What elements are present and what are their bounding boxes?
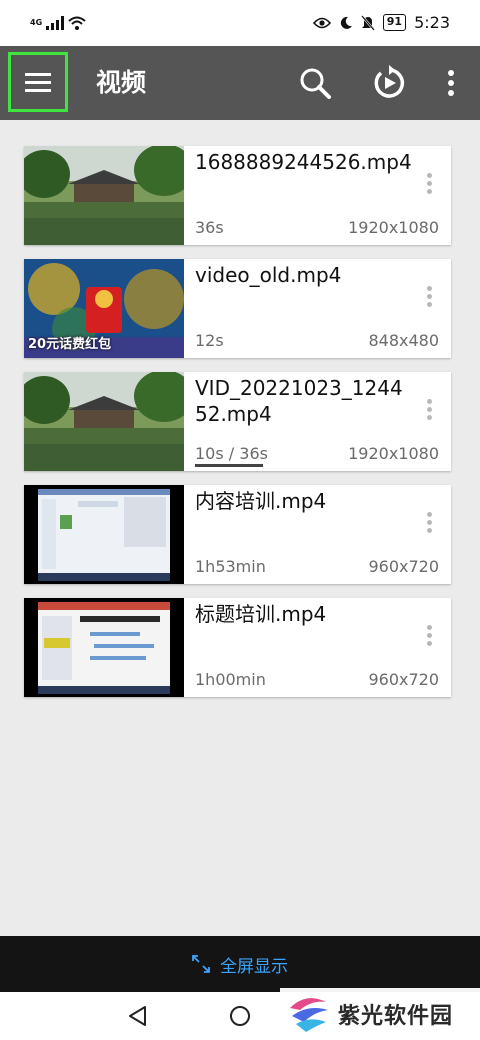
video-name: VID_20221023_124452.mp4 — [195, 376, 403, 426]
video-duration: 1h00min — [195, 670, 266, 689]
hamburger-icon — [25, 73, 51, 92]
video-name: 标题培训.mp4 — [195, 602, 327, 626]
signal-icon — [46, 16, 65, 30]
video-thumbnail — [24, 485, 184, 584]
video-name: video_old.mp4 — [195, 263, 342, 287]
network-type: 4G — [30, 18, 43, 27]
video-thumbnail — [24, 146, 184, 245]
item-more-button[interactable] — [417, 394, 441, 424]
watermark-logo-icon — [290, 998, 328, 1032]
video-item[interactable]: 标题培训.mp4 1h00min 960x720 — [24, 598, 451, 697]
clock: 5:23 — [414, 13, 450, 32]
watermark-text: 紫光软件园 — [338, 1004, 454, 1029]
video-list: 1688889244526.mp4 36s 1920x1080 20元话费红包 … — [24, 146, 451, 711]
watch-progress-bar — [195, 464, 263, 467]
video-duration: 36s — [195, 218, 224, 237]
more-dot-icon — [426, 511, 432, 517]
menu-button[interactable] — [8, 52, 68, 112]
eye-icon — [312, 17, 331, 28]
video-resolution: 1920x1080 — [348, 218, 439, 237]
item-more-button[interactable] — [417, 168, 441, 198]
watermark: 紫光软件园 — [280, 988, 480, 1040]
thumbnail-caption: 20元话费红包 — [28, 337, 112, 352]
status-left: 4G — [30, 16, 86, 30]
video-item[interactable]: 20元话费红包 video_old.mp4 12s 848x480 — [24, 259, 451, 358]
fullscreen-label: 全屏显示 — [220, 956, 288, 977]
video-thumbnail — [24, 598, 184, 697]
home-button[interactable] — [224, 1000, 256, 1032]
video-item[interactable]: VID_20221023_124452.mp4 10s / 36s 1920x1… — [24, 372, 451, 471]
video-item[interactable]: 1688889244526.mp4 36s 1920x1080 — [24, 146, 451, 245]
back-triangle-icon — [129, 1006, 146, 1026]
search-icon — [300, 68, 331, 99]
replay-icon — [374, 65, 405, 98]
overflow-menu-button[interactable] — [428, 60, 474, 106]
battery-indicator: 91 — [382, 14, 407, 31]
video-thumbnail: 20元话费红包 — [24, 259, 184, 358]
video-thumbnail — [24, 372, 184, 471]
page-title: 视频 — [96, 68, 147, 97]
video-duration: 10s / 36s — [195, 444, 268, 463]
fullscreen-button[interactable]: 全屏显示 — [0, 936, 480, 992]
video-name: 内容培训.mp4 — [195, 489, 327, 513]
more-dot-icon — [426, 398, 432, 404]
item-more-button[interactable] — [417, 507, 441, 537]
wifi-icon — [68, 16, 86, 30]
search-button[interactable] — [292, 60, 338, 106]
home-circle-icon — [230, 1006, 250, 1026]
more-dot-icon — [426, 285, 432, 291]
expand-icon — [192, 955, 210, 973]
video-duration: 12s — [195, 331, 224, 350]
item-more-button[interactable] — [417, 281, 441, 311]
app-bar: 视频 — [0, 46, 480, 120]
more-dot-icon — [426, 172, 432, 178]
video-name: 1688889244526.mp4 — [195, 150, 412, 174]
video-resolution: 848x480 — [368, 331, 439, 350]
replay-button[interactable] — [366, 60, 412, 106]
video-resolution: 960x720 — [368, 557, 439, 576]
moon-icon — [340, 16, 352, 29]
video-item[interactable]: 内容培训.mp4 1h53min 960x720 — [24, 485, 451, 584]
mute-bell-icon — [360, 14, 375, 31]
video-resolution: 960x720 — [368, 670, 439, 689]
video-resolution: 1920x1080 — [348, 444, 439, 463]
back-button[interactable] — [122, 1000, 154, 1032]
more-dot-icon — [426, 624, 432, 630]
item-more-button[interactable] — [417, 620, 441, 650]
video-duration: 1h53min — [195, 557, 266, 576]
status-bar: 4G 91 5:23 — [0, 0, 480, 46]
more-vert-icon — [448, 70, 454, 96]
status-right: 91 5:23 — [312, 13, 450, 32]
